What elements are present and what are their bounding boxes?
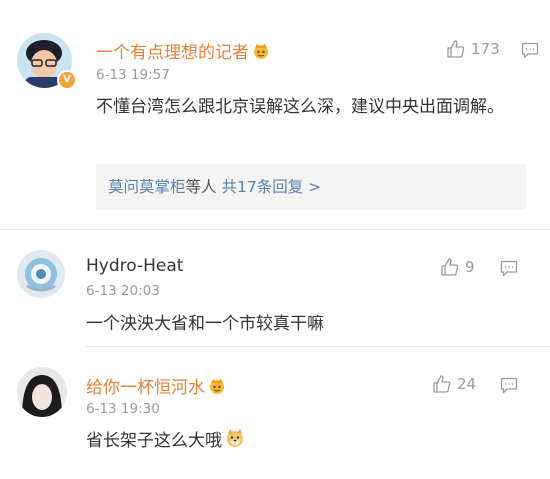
comment-item: V 一个有点理想的记者 6-13 19:57 173 不懂台湾怎么跟北京误解这么… (0, 0, 550, 230)
timestamp: 6-13 19:30 (86, 401, 160, 417)
reply-middle: 等人 (185, 178, 217, 196)
like-count: 24 (457, 375, 477, 393)
like-count: 173 (471, 40, 500, 58)
comment-item: Hydro-Heat 6-13 20:03 9 一个泱泱大省和一个市较真干嘛 (0, 230, 550, 345)
like-button[interactable]: 173 (446, 39, 500, 59)
like-count: 9 (465, 258, 475, 276)
comment-text: 一个泱泱大省和一个市较真干嘛 (86, 314, 324, 334)
username[interactable]: Hydro-Heat (86, 256, 183, 276)
crown-emoji-icon (208, 377, 226, 400)
thumbs-up-icon (441, 258, 459, 276)
comment-bubble-icon[interactable] (500, 260, 518, 281)
comment-text: 省长架子这么大哦 (86, 427, 526, 458)
comment-bubble-icon[interactable] (521, 42, 539, 63)
doge-emoji-icon (225, 428, 245, 458)
reply-summary[interactable]: 莫问莫掌柜等人 共17条回复 > (96, 164, 526, 210)
comment-bubble-icon[interactable] (500, 377, 518, 398)
comment-text: 不懂台湾怎么跟北京误解这么深，建议中央出面调解。 (96, 97, 504, 117)
like-button[interactable]: 24 (432, 374, 476, 394)
username[interactable]: 给你一杯恒河水 (86, 373, 226, 400)
thumbs-up-icon (447, 40, 465, 58)
timestamp: 6-13 19:57 (96, 67, 170, 83)
timestamp: 6-13 20:03 (86, 283, 160, 299)
reply-count-link[interactable]: 共17条回复 > (221, 178, 321, 196)
like-button[interactable]: 9 (440, 257, 475, 277)
crown-emoji-icon (252, 42, 270, 65)
comment-item: 给你一杯恒河水 6-13 19:30 24 省长架子这么大哦 (0, 347, 550, 479)
reply-users[interactable]: 莫问莫掌柜 (108, 178, 186, 196)
avatar[interactable] (17, 367, 67, 417)
verified-v-icon: V (57, 70, 77, 90)
avatar[interactable] (17, 250, 65, 298)
username[interactable]: 一个有点理想的记者 (96, 38, 270, 65)
thumbs-up-icon (433, 375, 451, 393)
